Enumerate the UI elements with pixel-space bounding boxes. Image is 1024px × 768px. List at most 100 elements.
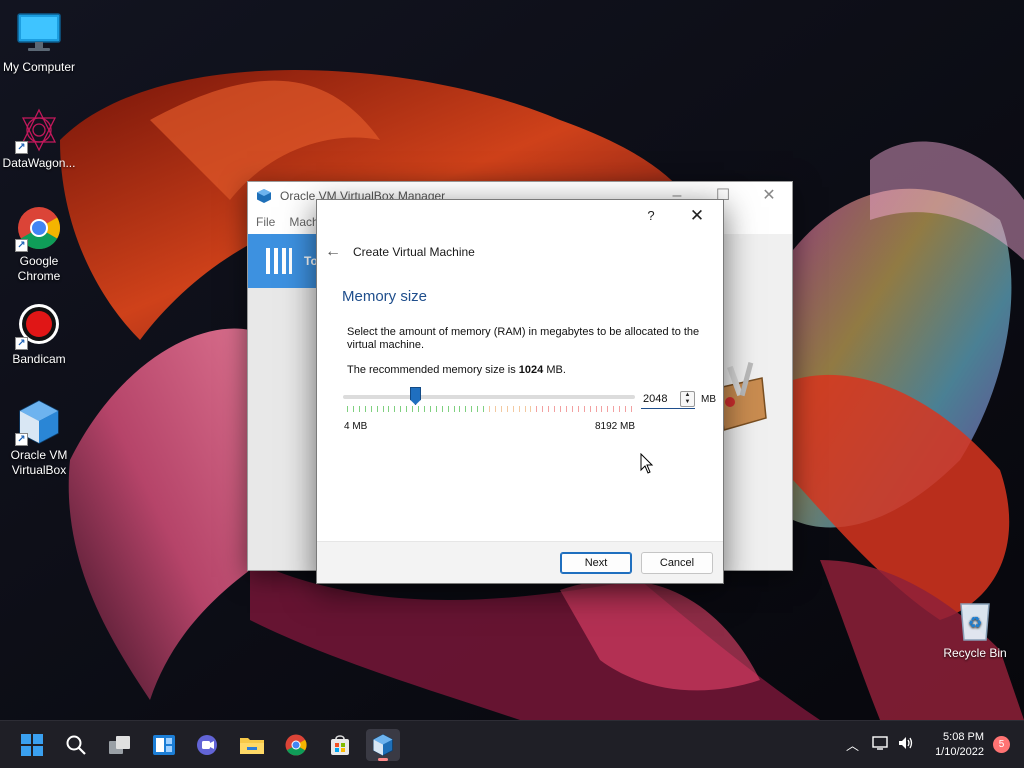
slider-tick	[590, 406, 591, 412]
slider-tick	[619, 406, 620, 412]
memory-size-value[interactable]: 2048	[643, 393, 667, 405]
slider-tick	[436, 406, 437, 412]
desktop-icon-label: Recycle Bin	[943, 646, 1007, 660]
slider-tick	[530, 406, 531, 412]
svg-text:♻: ♻	[968, 613, 982, 632]
slider-tick	[613, 406, 614, 412]
slider-tick	[631, 406, 632, 412]
shortcut-arrow-icon: ↗	[15, 337, 28, 350]
chat-button[interactable]	[191, 729, 225, 761]
desktop-icon-google-chrome[interactable]: ↗ Google Chrome	[1, 204, 77, 284]
desktop-icon-datawagon[interactable]: ↗ DataWagon...	[1, 106, 77, 171]
recycle-bin-icon: ♻	[951, 596, 999, 644]
virtualbox-icon	[373, 734, 393, 756]
slider-tick	[406, 406, 407, 412]
chrome-taskbar-button[interactable]	[279, 729, 313, 761]
datawagon-logo-icon: ↗	[15, 106, 63, 154]
start-button[interactable]	[15, 729, 49, 761]
slider-tick	[566, 406, 567, 412]
next-button[interactable]: Next	[560, 552, 632, 574]
chat-camera-icon	[197, 735, 217, 755]
notification-badge[interactable]: 5	[993, 736, 1010, 753]
memory-size-spinbox[interactable]: 2048 ▲ ▼	[641, 390, 695, 409]
slider-tick	[542, 406, 543, 412]
slider-max-label: 8192 MB	[595, 421, 636, 432]
recommend-suffix: MB.	[543, 364, 566, 376]
active-app-indicator	[378, 758, 388, 761]
slider-ticks	[347, 406, 632, 412]
task-view-icon	[109, 736, 130, 754]
create-virtual-machine-dialog: ? ✕ ← Create Virtual Machine Memory size…	[316, 199, 724, 584]
shortcut-arrow-icon: ↗	[15, 433, 28, 446]
recommended-memory-text: The recommended memory size is 1024 MB.	[347, 364, 566, 376]
slider-tick	[454, 406, 455, 412]
slider-tick	[554, 406, 555, 412]
desktop-icon-label: Oracle VM VirtualBox	[10, 448, 68, 477]
menu-file[interactable]: File	[256, 215, 275, 229]
dialog-titlebar[interactable]: ? ✕	[317, 200, 723, 230]
shortcut-arrow-icon: ↗	[15, 141, 28, 154]
widgets-button[interactable]	[147, 729, 181, 761]
folder-icon	[240, 738, 264, 754]
memory-unit-label: MB	[701, 394, 716, 405]
close-button[interactable]: ✕	[685, 205, 709, 227]
search-icon	[66, 735, 86, 755]
close-button[interactable]: ✕	[746, 182, 792, 210]
show-hidden-icons-chevron-icon[interactable]: ︿	[846, 735, 859, 754]
slider-tick	[489, 406, 490, 412]
slider-tick	[359, 406, 360, 412]
slider-tick	[430, 406, 431, 412]
clock[interactable]: 5:08 PM 1/10/2022	[935, 730, 984, 760]
slider-tick	[548, 406, 549, 412]
recommended-memory-value: 1024	[518, 364, 544, 376]
shortcut-arrow-icon: ↗	[15, 239, 28, 252]
back-arrow-icon[interactable]: ←	[323, 242, 343, 262]
slider-tick	[495, 406, 496, 412]
slider-tick	[377, 406, 378, 412]
virtualbox-taskbar-button[interactable]	[366, 729, 400, 761]
machine-list	[248, 288, 318, 570]
wizard-header: ← Create Virtual Machine	[323, 242, 475, 262]
memory-slider[interactable]	[343, 386, 637, 416]
virtualbox-icon	[257, 189, 271, 203]
desktop-icon-oracle-vm-virtualbox[interactable]: ↗ Oracle VM VirtualBox	[1, 398, 77, 478]
slider-tick	[412, 406, 413, 412]
slider-tick	[347, 406, 348, 412]
desktop-icon-recycle-bin[interactable]: ♻ Recycle Bin	[937, 596, 1013, 661]
search-button[interactable]	[59, 729, 93, 761]
desktop-icon-label: Google Chrome	[17, 254, 61, 283]
slider-tick	[448, 406, 449, 412]
slider-tick	[388, 406, 389, 412]
slider-tick	[507, 406, 508, 412]
volume-icon[interactable]	[897, 735, 915, 754]
slider-tick	[418, 406, 419, 412]
task-view-button[interactable]	[103, 729, 137, 761]
slider-tick	[424, 406, 425, 412]
wizard-title: Create Virtual Machine	[353, 245, 475, 259]
spin-down-icon[interactable]: ▼	[681, 399, 694, 406]
slider-tick	[572, 406, 573, 412]
slider-tick	[525, 406, 526, 412]
chrome-icon: ↗	[15, 204, 63, 252]
slider-tick	[513, 406, 514, 412]
slider-tick	[442, 406, 443, 412]
help-button[interactable]: ?	[639, 206, 663, 226]
chrome-icon	[285, 734, 307, 756]
network-icon[interactable]	[872, 735, 890, 754]
slider-track[interactable]	[343, 395, 635, 399]
desktop-icon-bandicam[interactable]: ↗ Bandicam	[1, 302, 77, 367]
slider-tick	[383, 406, 384, 412]
tools-item[interactable]: To	[248, 234, 318, 288]
slider-tick	[584, 406, 585, 412]
store-button[interactable]	[323, 729, 357, 761]
desktop-icon-my-computer[interactable]: My Computer	[1, 10, 77, 75]
spin-up-icon[interactable]: ▲	[681, 392, 694, 399]
virtualbox-icon: ↗	[15, 398, 63, 446]
cancel-button[interactable]: Cancel	[641, 552, 713, 574]
menu-machine[interactable]: Mach	[289, 215, 318, 229]
clock-date: 1/10/2022	[935, 746, 984, 758]
slider-tick	[607, 406, 608, 412]
file-explorer-button[interactable]	[235, 729, 269, 761]
slider-thumb[interactable]	[410, 387, 421, 405]
slider-tick	[465, 406, 466, 412]
